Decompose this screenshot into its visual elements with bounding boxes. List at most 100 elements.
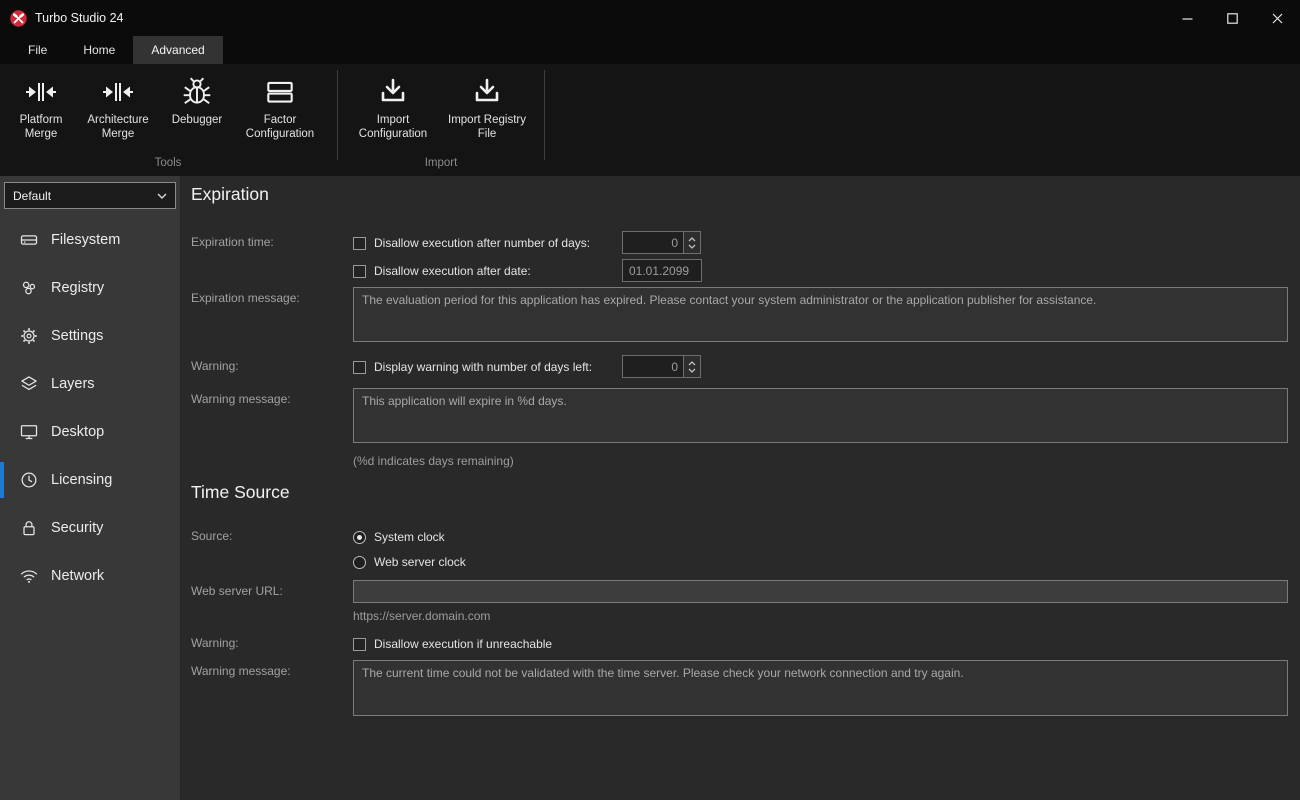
warning-label: Warning: (191, 359, 239, 373)
ribbon-divider (337, 70, 338, 160)
warning-message-hint: (%d indicates days remaining) (353, 454, 514, 468)
sidebar-item-network[interactable]: Network (0, 552, 180, 600)
factor-configuration-button[interactable]: Factor Configuration (234, 70, 326, 157)
lock-icon (18, 518, 40, 538)
sidebar-item-security[interactable]: Security (0, 504, 180, 552)
chevron-down-icon (688, 368, 696, 373)
profile-dropdown[interactable]: Default (4, 182, 176, 209)
tab-file[interactable]: File (10, 36, 65, 64)
display-warning-label: Display warning with number of days left… (374, 360, 593, 374)
disallow-days-label: Disallow execution after number of days: (374, 236, 591, 250)
warning-days-spinbox (622, 355, 701, 378)
title-bar: Turbo Studio 24 (0, 0, 1300, 36)
web-server-url-hint: https://server.domain.com (353, 609, 491, 623)
disallow-unreachable-checkbox[interactable] (353, 637, 366, 651)
sidebar-item-label: Desktop (51, 424, 105, 440)
expiration-time-label: Expiration time: (191, 235, 274, 249)
architecture-merge-button[interactable]: Architecture Merge (76, 70, 160, 157)
drive-icon (18, 230, 40, 250)
app-logo-icon (10, 9, 27, 27)
web-server-url-input[interactable] (353, 580, 1288, 603)
ribbon-group-tools: Platform Merge Architecture Merge Debugg… (8, 64, 328, 176)
disallow-unreachable-label: Disallow execution if unreachable (374, 637, 553, 651)
layers-icon (18, 374, 40, 394)
expiration-warning-message-row: Warning message: This application will e… (191, 388, 1288, 468)
web-server-url-label: Web server URL: (191, 584, 283, 598)
chevron-up-icon (688, 360, 696, 365)
time-source-warning-message-textarea[interactable]: The current time could not be validated … (353, 660, 1288, 716)
expiration-date-row: Disallow execution after date: (191, 259, 1288, 283)
close-button[interactable] (1255, 0, 1300, 36)
chevron-up-icon (688, 236, 696, 241)
ribbon-button-label: Platform Merge (19, 114, 63, 140)
sidebar-item-settings[interactable]: Settings (0, 312, 180, 360)
expiration-date-input[interactable] (622, 259, 702, 282)
sidebar-item-label: Network (51, 568, 105, 584)
web-server-clock-label: Web server clock (374, 555, 466, 569)
disallow-days-checkbox[interactable] (353, 236, 366, 250)
unreachable-warning-row: Warning: Disallow execution if unreachab… (191, 632, 1288, 656)
sidebar-item-layers[interactable]: Layers (0, 360, 180, 408)
system-clock-radio[interactable] (353, 530, 366, 544)
warning-message-label: Warning message: (191, 392, 291, 406)
ribbon-button-label: Architecture Merge (87, 114, 149, 140)
sidebar-item-label: Layers (51, 376, 95, 392)
web-server-clock-radio[interactable] (353, 555, 366, 569)
tab-home[interactable]: Home (65, 36, 133, 64)
ribbon-button-label: Import Registry File (448, 114, 526, 140)
stacked-rects-icon (263, 73, 297, 111)
registry-icon (18, 278, 40, 298)
window-title: Turbo Studio 24 (35, 11, 124, 25)
sidebar-item-registry[interactable]: Registry (0, 264, 180, 312)
warning-days-input[interactable] (622, 355, 683, 378)
maximize-button[interactable] (1210, 0, 1255, 36)
spinner-buttons[interactable] (683, 231, 701, 254)
bug-icon (180, 73, 214, 111)
menu-tab-bar: File Home Advanced (0, 36, 1300, 64)
ribbon-divider (544, 70, 545, 160)
minimize-icon (1182, 17, 1193, 20)
sidebar-item-label: Settings (51, 328, 104, 344)
sidebar-item-filesystem[interactable]: Filesystem (0, 216, 180, 264)
maximize-icon (1227, 12, 1238, 24)
ribbon-toolbar: Platform Merge Architecture Merge Debugg… (0, 64, 1300, 176)
wifi-icon (18, 566, 40, 586)
ribbon-group-label-import: Import (424, 157, 458, 169)
source-label: Source: (191, 529, 233, 543)
window-controls (1165, 0, 1300, 36)
import-registry-file-button[interactable]: Import Registry File (441, 70, 533, 157)
import-configuration-button[interactable]: Import Configuration (347, 70, 439, 157)
disallow-date-label: Disallow execution after date: (374, 264, 531, 278)
section-title-time-source: Time Source (191, 482, 290, 502)
display-warning-checkbox[interactable] (353, 360, 366, 374)
ribbon-button-label: Factor Configuration (245, 114, 315, 140)
clock-icon (18, 470, 40, 490)
platform-merge-button[interactable]: Platform Merge (8, 70, 74, 157)
sidebar-item-desktop[interactable]: Desktop (0, 408, 180, 456)
minimize-button[interactable] (1165, 0, 1210, 36)
expiration-message-label: Expiration message: (191, 291, 300, 305)
days-spinbox (622, 231, 701, 254)
sidebar-item-label: Security (51, 520, 104, 536)
disallow-date-checkbox[interactable] (353, 264, 366, 278)
sidebar-item-label: Filesystem (51, 232, 121, 248)
debugger-button[interactable]: Debugger (162, 70, 232, 157)
ribbon-button-label: Debugger (171, 114, 223, 126)
tab-advanced[interactable]: Advanced (133, 36, 223, 64)
expiration-message-textarea[interactable]: The evaluation period for this applicati… (353, 287, 1288, 342)
spinner-buttons[interactable] (683, 355, 701, 378)
ribbon-group-import: Import Configuration Import Registry Fil… (347, 64, 535, 176)
expiration-message-row: Expiration message: The evaluation perio… (191, 287, 1288, 347)
days-input[interactable] (622, 231, 683, 254)
download-icon (471, 73, 503, 111)
ribbon-button-label: Import Configuration (358, 114, 428, 140)
licensing-panel: Expiration Expiration time: Disallow exe… (182, 176, 1300, 800)
chevron-down-icon (157, 193, 167, 199)
sidebar-item-licensing[interactable]: Licensing (0, 456, 180, 504)
system-clock-label: System clock (374, 530, 445, 544)
sidebar-item-label: Registry (51, 280, 105, 296)
ribbon-group-label-tools: Tools (154, 157, 182, 169)
chevron-down-icon (688, 244, 696, 249)
warning-message-textarea[interactable]: This application will expire in %d days. (353, 388, 1288, 443)
monitor-icon (18, 422, 40, 442)
